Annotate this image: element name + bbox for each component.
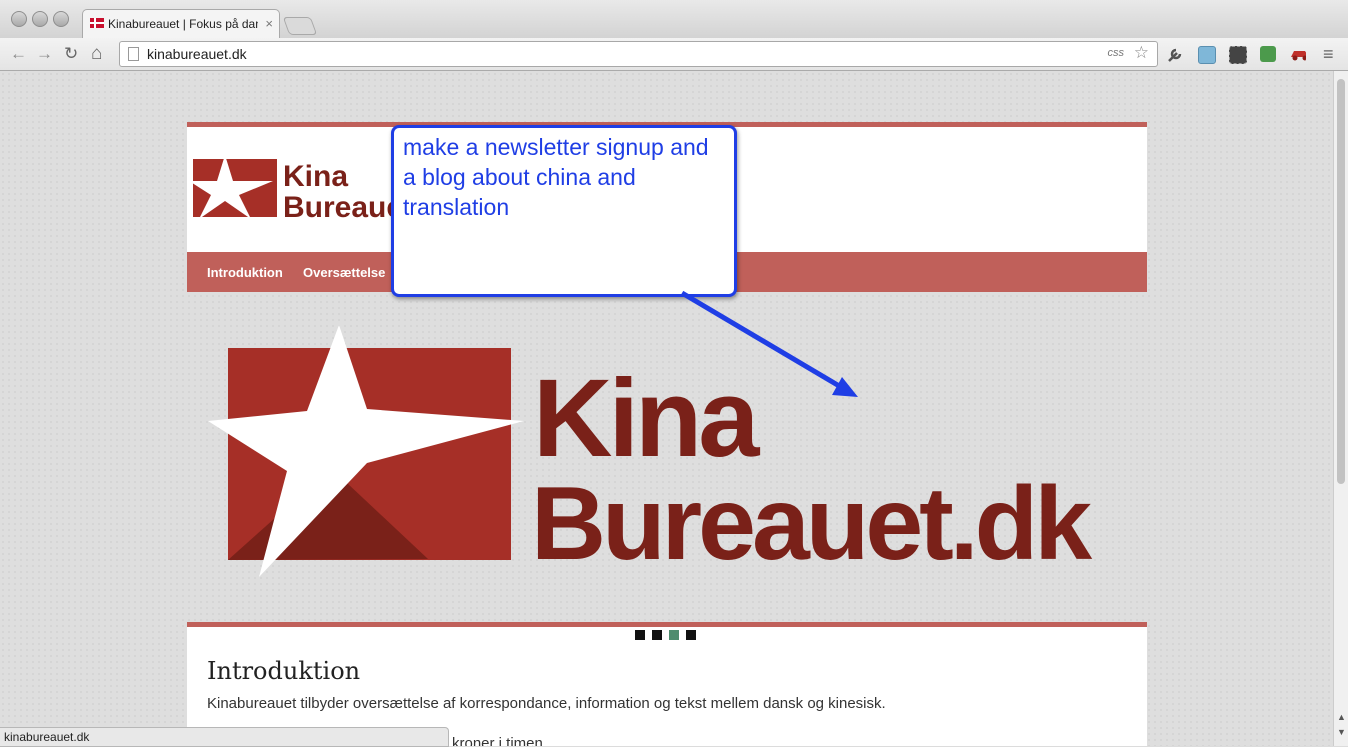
- slider-dots: [635, 627, 703, 645]
- site-logo[interactable]: Kina Bureauet: [193, 159, 393, 219]
- status-url: kinabureauet.dk: [4, 730, 90, 744]
- wrench-icon[interactable]: [1166, 46, 1182, 62]
- hero-bureauet-text: Bureauet.dk: [531, 466, 1092, 582]
- intro-partial-line: kroner i timen: [452, 735, 543, 746]
- tab-title: Kinabureauet | Fokus på dansk: [108, 17, 258, 31]
- logo-bureauet-text: Bureauet: [283, 191, 393, 219]
- intro-paragraph: Kinabureauet tilbyder oversættelse af ko…: [207, 695, 886, 712]
- slider-dot[interactable]: [652, 630, 662, 640]
- scroll-up-icon[interactable]: ▲: [1337, 712, 1346, 722]
- zoom-window-button[interactable]: [53, 11, 69, 27]
- car-icon[interactable]: [1290, 46, 1306, 62]
- css-badge[interactable]: css: [1108, 47, 1125, 59]
- annotation-callout: make a newsletter signup and a blog abou…: [391, 125, 737, 297]
- slider-dot[interactable]: [635, 630, 645, 640]
- hero-logo: Kina Bureauet.dk: [208, 325, 1096, 582]
- menu-item-oversaettelse[interactable]: Oversættelse: [303, 265, 385, 280]
- slider-dot[interactable]: [686, 630, 696, 640]
- logo-kina-text: Kina: [283, 160, 348, 193]
- browser-toolbar: ← → ↻ ⌂ kinabureauet.dk css ☆ ≡: [0, 38, 1348, 71]
- intro-heading: Introduktion: [207, 657, 361, 685]
- scroll-down-icon[interactable]: ▼: [1337, 727, 1346, 737]
- reload-button[interactable]: ↻: [64, 44, 78, 64]
- minimize-window-button[interactable]: [32, 11, 48, 27]
- extension-icon[interactable]: [1198, 46, 1216, 64]
- evernote-icon[interactable]: [1229, 46, 1247, 64]
- address-bar[interactable]: kinabureauet.dk css ☆: [119, 41, 1158, 67]
- title-bar: Kinabureauet | Fokus på dansk ×: [0, 0, 1348, 40]
- close-window-button[interactable]: [11, 11, 27, 27]
- bookmark-star-icon[interactable]: ☆: [1134, 43, 1149, 63]
- menu-icon[interactable]: ≡: [1323, 44, 1334, 64]
- tab-close-icon[interactable]: ×: [265, 16, 273, 31]
- translate-icon[interactable]: [1260, 46, 1276, 62]
- slider-dot-active[interactable]: [669, 630, 679, 640]
- status-bar: kinabureauet.dk: [0, 727, 449, 747]
- scroll-thumb[interactable]: [1337, 79, 1345, 484]
- forward-button[interactable]: →: [36, 44, 53, 64]
- back-button[interactable]: ←: [10, 44, 27, 64]
- annotation-text: make a newsletter signup and a blog abou…: [403, 134, 709, 220]
- page-icon: [128, 47, 139, 61]
- menu-item-introduktion[interactable]: Introduktion: [207, 265, 283, 280]
- home-button[interactable]: ⌂: [91, 44, 102, 64]
- annotation-arrow-icon: [680, 290, 858, 397]
- new-tab-button[interactable]: [282, 17, 318, 35]
- danish-flag-icon: [90, 18, 104, 28]
- tab-kinabureauet[interactable]: Kinabureauet | Fokus på dansk ×: [82, 9, 280, 40]
- vertical-scrollbar[interactable]: ▲ ▼: [1333, 71, 1348, 746]
- url-text[interactable]: kinabureauet.dk: [147, 46, 247, 62]
